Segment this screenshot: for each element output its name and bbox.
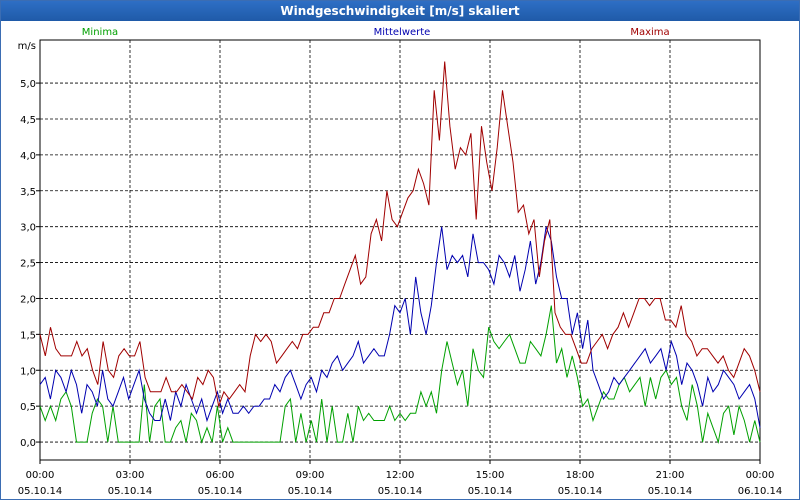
y-tick-label: 1,5 <box>20 330 36 341</box>
x-tick-date: 05.10.14 <box>648 486 693 497</box>
legend: Minima Mittelwerte Maxima <box>82 27 670 38</box>
legend-entry-minima: Minima <box>82 27 118 38</box>
x-tick-time: 21:00 <box>656 470 685 481</box>
y-tick-label: 3,0 <box>20 223 36 234</box>
x-tick-date: 05.10.14 <box>558 486 603 497</box>
x-tick-time: 12:00 <box>386 470 415 481</box>
y-tick-label: 0,0 <box>20 438 36 449</box>
x-tick-time: 03:00 <box>116 470 145 481</box>
x-tick-date: 05.10.14 <box>108 486 153 497</box>
x-tick-time: 06:00 <box>206 470 235 481</box>
x-tick-time: 18:00 <box>566 470 595 481</box>
x-tick-date: 05.10.14 <box>378 486 423 497</box>
axes: 0,0 0,5 1,0 1,5 2,0 2,5 3,0 3,5 4,0 4,5 5,0 m/s 00:0… <box>18 39 783 497</box>
y-tick-label: 4,5 <box>20 115 36 126</box>
x-tick-date: 06.10.14 <box>738 486 783 497</box>
line-chart: 0,0 0,5 1,0 1,5 2,0 2,5 3,0 3,5 4,0 4,5 5,0 m/s 00:0… <box>18 27 783 497</box>
x-tick-time: 00:00 <box>746 470 775 481</box>
x-tick-date: 05.10.14 <box>288 486 333 497</box>
x-tick-date: 05.10.14 <box>18 486 63 497</box>
y-tick-label: 3,5 <box>20 187 36 198</box>
y-tick-label: 5,0 <box>20 79 36 90</box>
y-tick-label: 2,5 <box>20 259 36 270</box>
y-tick-label: 2,0 <box>20 294 36 305</box>
series-line-maxima <box>39 61 761 409</box>
x-tick-time: 09:00 <box>296 470 325 481</box>
x-tick-date: 05.10.14 <box>468 486 513 497</box>
y-tick-label: 4,0 <box>20 151 36 162</box>
legend-entry-mittelwerte: Mittelwerte <box>374 27 431 38</box>
x-tick-time: 15:00 <box>476 470 505 481</box>
y-axis-label: m/s <box>18 41 36 52</box>
y-tick-label: 0,5 <box>20 402 36 413</box>
legend-entry-maxima: Maxima <box>630 27 669 38</box>
grid <box>40 40 760 460</box>
y-tick-label: 1,0 <box>20 366 36 377</box>
x-tick-time: 00:00 <box>26 470 55 481</box>
x-tick-date: 05.10.14 <box>198 486 243 497</box>
